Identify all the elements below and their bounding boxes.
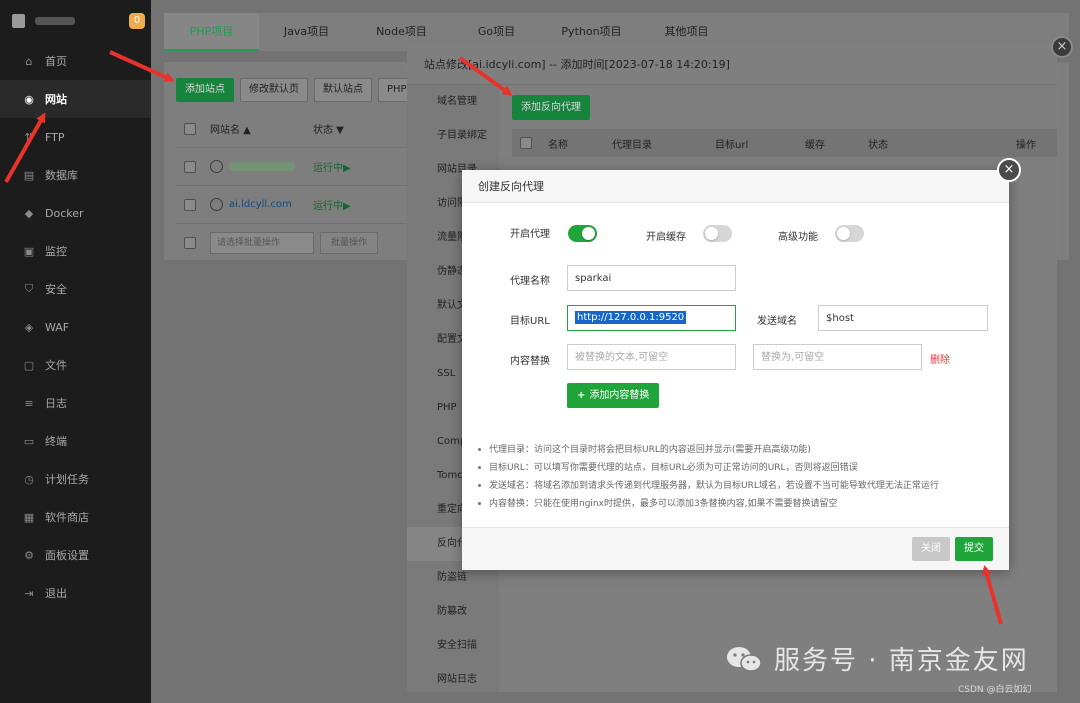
wechat-icon (726, 645, 762, 673)
csdn-watermark: CSDN @白云如幻 (958, 685, 1032, 695)
arrow-to-add-site (109, 50, 175, 82)
arrow-to-website (4, 112, 46, 183)
watermark-text: 服务号 · 南京金友网 (774, 646, 1029, 676)
arrow-to-submit (982, 565, 1003, 625)
arrow-to-add-proxy (458, 56, 513, 96)
watermark: 服务号 · 南京金友网 (726, 640, 1029, 677)
annotation-arrows (4, 50, 1003, 625)
